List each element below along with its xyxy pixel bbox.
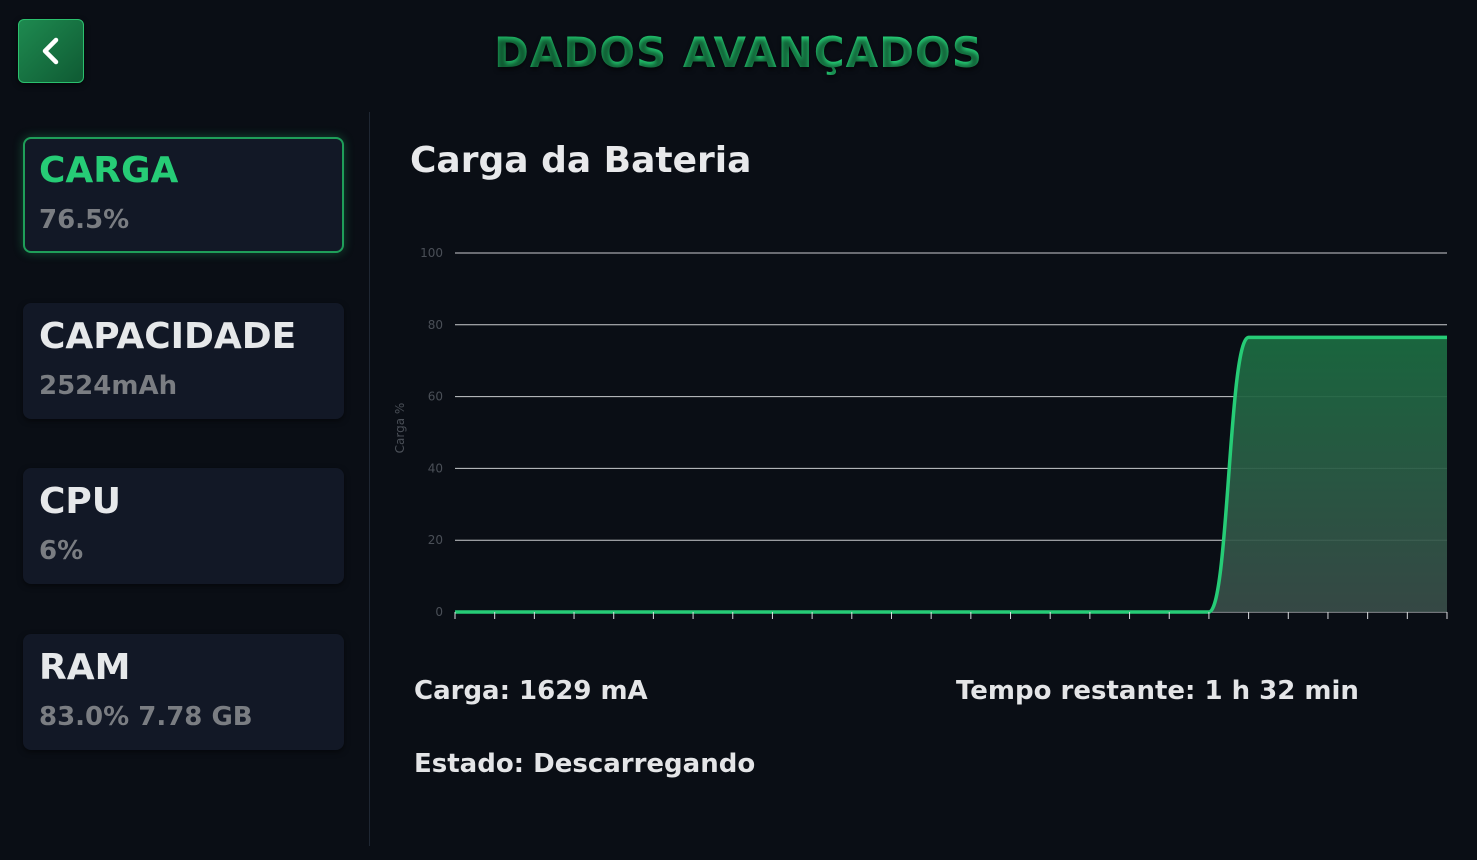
card-cpu[interactable]: CPU 6%	[23, 468, 344, 584]
vertical-divider	[369, 112, 370, 846]
y-tick-label: 100	[420, 246, 443, 260]
card-title: CAPACIDADE	[39, 316, 297, 357]
card-value: 83.0% 7.78 GB	[39, 702, 253, 732]
card-ram[interactable]: RAM 83.0% 7.78 GB	[23, 634, 344, 750]
y-tick-label: 0	[435, 605, 443, 619]
card-title: CARGA	[39, 150, 179, 191]
battery-chart: 0 20 40 60 80 100 Carga %	[393, 246, 1448, 619]
y-tick-label: 80	[428, 318, 443, 332]
time-remaining-text: Tempo restante: 1 h 32 min	[956, 676, 1359, 706]
chart-title: Carga da Bateria	[410, 140, 752, 181]
y-axis-label: Carga %	[393, 403, 407, 454]
card-value: 76.5%	[39, 205, 130, 235]
card-title: CPU	[39, 481, 122, 522]
page-title: DADOS AVANÇADOS	[0, 28, 1477, 77]
y-tick-label: 60	[428, 390, 443, 404]
series-area	[455, 337, 1447, 612]
card-value: 6%	[39, 536, 84, 566]
card-carga[interactable]: CARGA 76.5%	[23, 137, 344, 253]
charge-current-text: Carga: 1629 mA	[414, 676, 648, 706]
card-capacidade[interactable]: CAPACIDADE 2524mAh	[23, 303, 344, 419]
advanced-data-screen: DADOS AVANÇADOS CARGA 76.5% CAPACIDADE 2…	[0, 0, 1477, 860]
y-tick-label: 40	[428, 461, 443, 475]
state-text: Estado: Descarregando	[414, 749, 756, 779]
card-title: RAM	[39, 647, 131, 688]
card-value: 2524mAh	[39, 371, 178, 401]
y-tick-label: 20	[428, 533, 443, 547]
